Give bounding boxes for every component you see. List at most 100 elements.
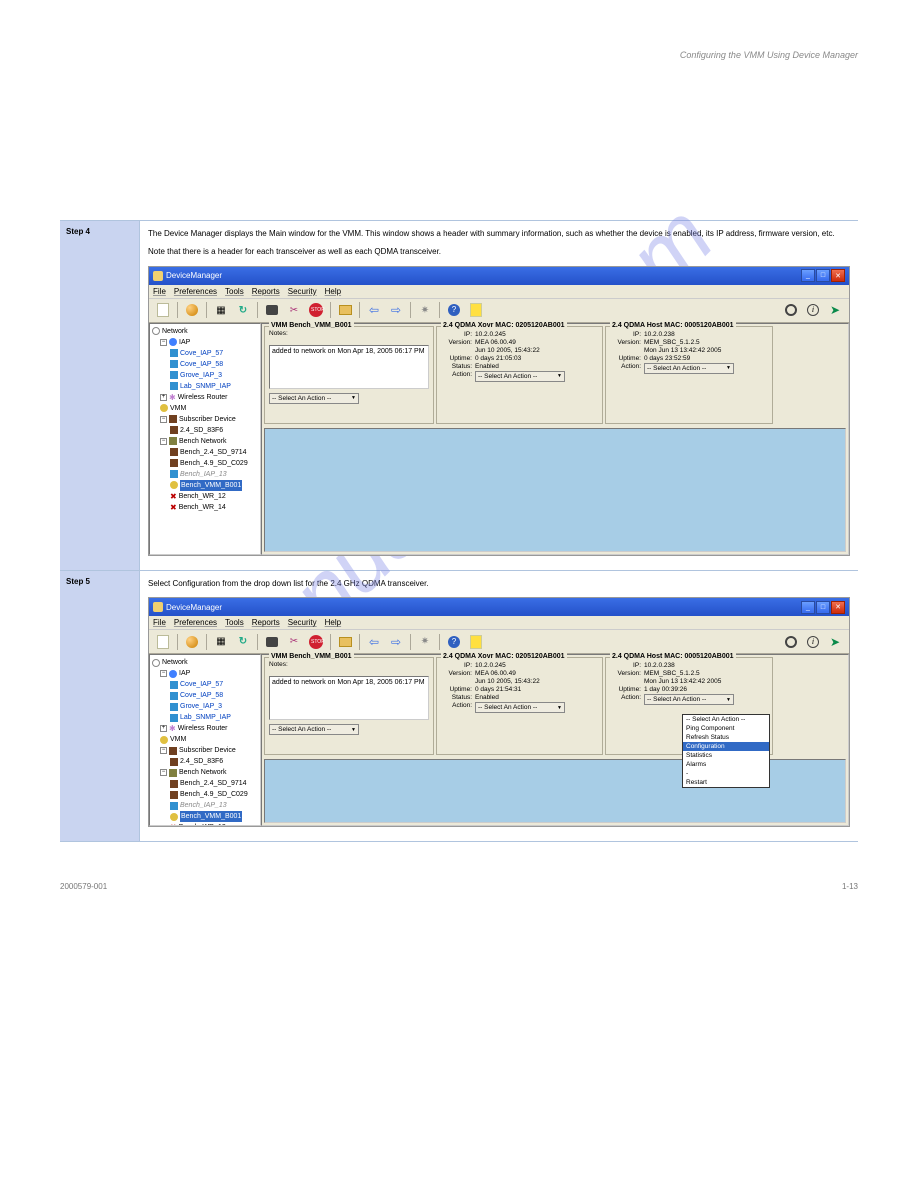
action-select-open[interactable]: -- Select An Action --▼ <box>644 694 734 705</box>
back-icon[interactable]: ⇦ <box>364 632 384 652</box>
send-icon[interactable]: ➤ <box>825 300 845 320</box>
cut-icon[interactable]: ✂ <box>284 632 304 652</box>
menu-security[interactable]: Security <box>288 287 317 296</box>
grid-icon[interactable]: ▦ <box>211 632 231 652</box>
tree-sd[interactable]: 2.4_SD_83F6 <box>180 756 223 767</box>
notes-box[interactable]: added to network on Mon Apr 18, 2005 06:… <box>269 676 429 720</box>
help-icon[interactable]: ? <box>444 632 464 652</box>
tree-bn-0[interactable]: Bench_2.4_SD_9714 <box>180 447 247 458</box>
stop-icon[interactable]: STOP <box>306 300 326 320</box>
forward-icon[interactable]: ⇨ <box>386 632 406 652</box>
find-icon[interactable] <box>262 632 282 652</box>
tree-iap[interactable]: IAP <box>179 668 190 679</box>
gear-icon[interactable]: ✷ <box>415 300 435 320</box>
action-select[interactable]: -- Select An Action --▼ <box>475 371 565 382</box>
new-icon[interactable] <box>153 632 173 652</box>
expand-icon[interactable]: + <box>160 394 167 401</box>
collapse-icon[interactable]: − <box>160 769 167 776</box>
action-dropdown-open[interactable]: -- Select An Action -- Ping Component Re… <box>682 714 770 788</box>
stop-icon[interactable]: STOP <box>306 632 326 652</box>
menu-file[interactable]: File <box>153 287 166 296</box>
dropdown-item-highlighted[interactable]: Configuration <box>683 742 769 751</box>
close-button[interactable]: ✕ <box>831 601 845 614</box>
dropdown-item[interactable]: Alarms <box>683 760 769 769</box>
tree-bn-5[interactable]: Bench_WR_14 <box>179 502 226 513</box>
maximize-button[interactable]: □ <box>816 601 830 614</box>
tree-wr[interactable]: Wireless Router <box>178 392 228 403</box>
cut-icon[interactable]: ✂ <box>284 300 304 320</box>
tree-iap-3[interactable]: Lab_SNMP_IAP <box>180 381 231 392</box>
back-icon[interactable]: ⇦ <box>364 300 384 320</box>
tree-bn-4[interactable]: Bench_WR_12 <box>179 822 226 826</box>
info-icon[interactable]: i <box>803 300 823 320</box>
open-icon[interactable] <box>335 300 355 320</box>
tree-root[interactable]: Network <box>162 657 188 668</box>
tree-bn-1[interactable]: Bench_4.9_SD_C029 <box>180 458 248 469</box>
moon-icon[interactable] <box>182 300 202 320</box>
action-select[interactable]: -- Select An Action --▼ <box>269 393 359 404</box>
refresh-icon[interactable]: ↻ <box>233 632 253 652</box>
tree-bn-2[interactable]: Bench_IAP_13 <box>180 800 227 811</box>
tree-bn-1[interactable]: Bench_4.9_SD_C029 <box>180 789 248 800</box>
menu-security[interactable]: Security <box>288 618 317 627</box>
menu-help[interactable]: Help <box>325 618 341 627</box>
tree[interactable]: Network −IAP Cove_IAP_57 Cove_IAP_58 Gro… <box>149 323 261 555</box>
tree-iap-2[interactable]: Grove_IAP_3 <box>180 370 222 381</box>
new-icon[interactable] <box>153 300 173 320</box>
tree-iap-0[interactable]: Cove_IAP_57 <box>180 348 223 359</box>
ring-icon[interactable] <box>781 632 801 652</box>
tree-bn-0[interactable]: Bench_2.4_SD_9714 <box>180 778 247 789</box>
action-select[interactable]: -- Select An Action --▼ <box>475 702 565 713</box>
dropdown-item[interactable]: Statistics <box>683 751 769 760</box>
tree-sd[interactable]: 2.4_SD_83F6 <box>180 425 223 436</box>
note-icon[interactable] <box>466 632 486 652</box>
maximize-button[interactable]: □ <box>816 269 830 282</box>
tree-bn-3-selected[interactable]: Bench_VMM_B001 <box>180 811 242 822</box>
tree-iap-1[interactable]: Cove_IAP_58 <box>180 690 223 701</box>
grid-icon[interactable]: ▦ <box>211 300 231 320</box>
forward-icon[interactable]: ⇨ <box>386 300 406 320</box>
tree-bn-group[interactable]: Bench Network <box>179 436 226 447</box>
tree-bn-group[interactable]: Bench Network <box>179 767 226 778</box>
collapse-icon[interactable]: − <box>160 339 167 346</box>
tree-sd-group[interactable]: Subscriber Device <box>179 414 236 425</box>
refresh-icon[interactable]: ↻ <box>233 300 253 320</box>
tree-iap-1[interactable]: Cove_IAP_58 <box>180 359 223 370</box>
collapse-icon[interactable]: − <box>160 747 167 754</box>
dropdown-item[interactable]: Ping Component <box>683 724 769 733</box>
menu-tools[interactable]: Tools <box>225 287 244 296</box>
close-button[interactable]: ✕ <box>831 269 845 282</box>
dropdown-item[interactable]: Restart <box>683 778 769 787</box>
tree[interactable]: Network − IAP Cove_IAP_57 Cove_IAP_58 Gro… <box>149 654 261 826</box>
tree-iap-3[interactable]: Lab_SNMP_IAP <box>180 712 231 723</box>
collapse-icon[interactable]: − <box>160 670 167 677</box>
tree-sd-group[interactable]: Subscriber Device <box>179 745 236 756</box>
minimize-button[interactable]: _ <box>801 601 815 614</box>
notes-box[interactable]: added to network on Mon Apr 18, 2005 06:… <box>269 345 429 389</box>
tree-iap-2[interactable]: Grove_IAP_3 <box>180 701 222 712</box>
tree-vmm[interactable]: VMM <box>170 403 186 414</box>
expand-icon[interactable]: + <box>160 725 167 732</box>
menu-tools[interactable]: Tools <box>225 618 244 627</box>
note-icon[interactable] <box>466 300 486 320</box>
collapse-icon[interactable]: − <box>160 416 167 423</box>
find-icon[interactable] <box>262 300 282 320</box>
action-select[interactable]: -- Select An Action --▼ <box>269 724 359 735</box>
tree-vmm[interactable]: VMM <box>170 734 186 745</box>
menu-preferences[interactable]: Preferences <box>174 618 217 627</box>
menu-reports[interactable]: Reports <box>252 618 280 627</box>
action-select[interactable]: -- Select An Action --▼ <box>644 363 734 374</box>
dropdown-item[interactable]: -- Select An Action -- <box>683 715 769 724</box>
tree-bn-3-selected[interactable]: Bench_VMM_B001 <box>180 480 242 491</box>
tree-bn-2[interactable]: Bench_IAP_13 <box>180 469 227 480</box>
tree-wr[interactable]: Wireless Router <box>178 723 228 734</box>
tree-root[interactable]: Network <box>162 326 188 337</box>
menu-preferences[interactable]: Preferences <box>174 287 217 296</box>
menu-file[interactable]: File <box>153 618 166 627</box>
gear-icon[interactable]: ✷ <box>415 632 435 652</box>
ring-icon[interactable] <box>781 300 801 320</box>
dropdown-item[interactable]: Refresh Status <box>683 733 769 742</box>
info-icon[interactable]: i <box>803 632 823 652</box>
menu-help[interactable]: Help <box>325 287 341 296</box>
tree-iap-0[interactable]: Cove_IAP_57 <box>180 679 223 690</box>
